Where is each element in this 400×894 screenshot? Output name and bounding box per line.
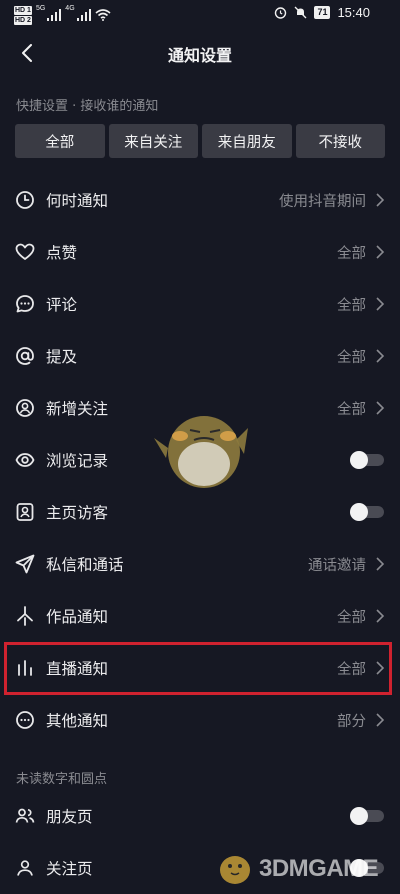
profile-visitors-toggle[interactable] [350, 503, 384, 521]
setting-row-friends-page: 朋友页 [0, 790, 400, 842]
sparkle-icon [17, 606, 33, 626]
signal1-label: 5G [35, 5, 46, 12]
quick-option-all[interactable]: 全部 [15, 124, 105, 158]
chevron-right-icon [376, 193, 385, 207]
hd-indicators: HD 1 HD 2 [14, 5, 32, 25]
user-circle-icon [16, 399, 34, 417]
setting-label: 点赞 [46, 244, 78, 262]
status-bar: HD 1 HD 2 5G 4G 71 15:40 [0, 0, 400, 30]
setting-value: 全部 [337, 402, 366, 418]
chevron-right-icon [376, 401, 385, 415]
signal-bars-2-icon [76, 9, 91, 21]
watermark: 3DMGAME [215, 852, 379, 886]
setting-row-other[interactable]: 其他通知 部分 [0, 694, 400, 746]
quick-settings-header: 快捷设置 · 接收谁的通知 [16, 99, 159, 114]
hd1-badge: HD 1 [14, 5, 32, 15]
chevron-right-icon [376, 245, 385, 259]
setting-value: 部分 [337, 714, 366, 730]
clock-icon [16, 191, 34, 209]
mute-bell-icon [294, 6, 307, 19]
friends-page-toggle[interactable] [350, 807, 384, 825]
setting-row-comments[interactable]: 评论 全部 [0, 278, 400, 330]
clock: 15:40 [337, 5, 370, 20]
signal2-label: 4G [65, 5, 75, 12]
watermark-text: 3DMGAME [259, 855, 379, 882]
more-dots-icon [16, 711, 34, 729]
profile-card-icon [16, 503, 34, 521]
setting-row-works[interactable]: 作品通知 全部 [0, 590, 400, 642]
toggle-knob [350, 807, 368, 825]
highlight-annotation [4, 642, 392, 695]
setting-row-when-notify[interactable]: 何时通知 使用抖音期间 [0, 174, 400, 226]
eye-icon [15, 453, 35, 467]
watermark-bird-logo [220, 856, 250, 884]
quick-option-none[interactable]: 不接收 [295, 124, 385, 158]
setting-label: 私信和通话 [46, 556, 124, 574]
page-title: 通知设置 [167, 46, 232, 65]
wifi-icon [95, 9, 111, 21]
battery-level: 71 [314, 6, 331, 19]
chevron-right-icon [376, 609, 385, 623]
heart-icon [15, 243, 35, 260]
nav-bar: 通知设置 [0, 30, 400, 76]
setting-row-messages-calls[interactable]: 私信和通话 通话邀请 [0, 538, 400, 590]
setting-value: 全部 [337, 350, 366, 366]
setting-value: 使用抖音期间 [279, 194, 366, 210]
status-right: 71 15:40 [274, 5, 370, 20]
setting-label: 朋友页 [46, 808, 93, 826]
quick-settings-row: 全部 来自关注 来自朋友 不接收 [15, 124, 385, 158]
unread-section-header: 未读数字和圆点 [16, 772, 108, 787]
comment-bubble-icon [16, 295, 34, 313]
toggle-knob [350, 451, 368, 469]
setting-row-mentions[interactable]: 提及 全部 [0, 330, 400, 382]
friends-icon [15, 808, 35, 823]
chevron-right-icon [376, 349, 385, 363]
setting-row-profile-visitors: 主页访客 [0, 486, 400, 538]
status-left: HD 1 HD 2 5G 4G [14, 3, 111, 27]
setting-label: 主页访客 [46, 504, 109, 522]
setting-value: 全部 [337, 298, 366, 314]
signal-bars-icon [47, 9, 62, 21]
setting-label: 何时通知 [46, 192, 109, 210]
setting-label: 作品通知 [46, 608, 109, 626]
alarm-icon [275, 7, 287, 19]
setting-label: 新增关注 [46, 400, 109, 418]
person-icon [17, 860, 33, 876]
setting-row-likes[interactable]: 点赞 全部 [0, 226, 400, 278]
chevron-right-icon [376, 297, 385, 311]
browsing-history-toggle[interactable] [350, 451, 384, 469]
setting-value: 全部 [337, 246, 366, 262]
setting-label: 评论 [46, 296, 78, 314]
mascot-bird-image [154, 416, 248, 488]
setting-label: 提及 [46, 348, 78, 366]
hd2-badge: HD 2 [14, 15, 32, 25]
setting-label: 其他通知 [46, 712, 109, 730]
toggle-knob [350, 503, 368, 521]
setting-value: 全部 [337, 610, 366, 626]
at-sign-icon [16, 347, 34, 365]
chevron-right-icon [376, 713, 385, 727]
send-plane-icon [15, 554, 35, 574]
chevron-right-icon [376, 557, 385, 571]
quick-option-following[interactable]: 来自关注 [108, 124, 198, 158]
setting-label: 浏览记录 [46, 452, 109, 470]
quick-option-friends[interactable]: 来自朋友 [202, 124, 292, 158]
setting-label: 关注页 [46, 860, 93, 878]
setting-value: 通话邀请 [308, 558, 366, 574]
